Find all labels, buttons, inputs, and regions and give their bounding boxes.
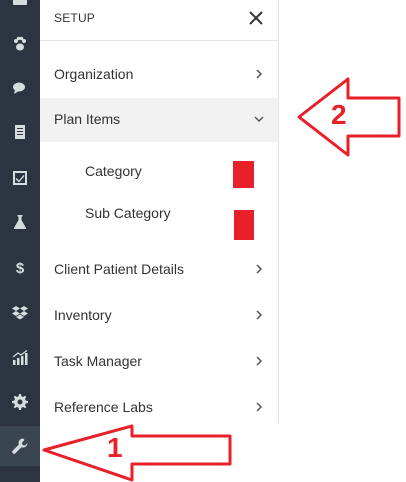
annotation-number-1: 1 [107,432,123,463]
dropbox-icon[interactable] [0,292,40,332]
chart-icon[interactable] [0,338,40,378]
close-button[interactable] [246,8,266,28]
icon-rail: $ [0,0,40,482]
sub-item-label: Category [85,163,142,179]
menu-item-label: Plan Items [54,111,121,127]
paw-icon[interactable] [0,24,40,64]
chevron-right-icon [256,310,263,320]
chevron-right-icon [256,69,263,79]
checkbox-icon[interactable] [0,158,40,198]
calendar-icon[interactable] [0,0,40,18]
panel-title: SETUP [54,11,96,25]
menu-item-organization[interactable]: Organization [40,53,278,97]
panel-header: SETUP [40,0,278,41]
menu-item-label: Task Manager [54,353,142,369]
flask-icon[interactable] [0,202,40,242]
chevron-right-icon [256,356,263,366]
chevron-right-icon [256,264,263,274]
annotation-number-2: 2 [331,99,347,130]
annotation-arrow-2 [297,77,401,157]
menu-item-label: Inventory [54,307,112,323]
menu-item-task-manager[interactable]: Task Manager [40,340,278,384]
gear-icon[interactable] [0,382,40,422]
menu-item-client-patient-details[interactable]: Client Patient Details [40,248,278,292]
sub-item-label: Sub Category [85,205,171,221]
menu-item-label: Client Patient Details [54,261,184,277]
wrench-icon[interactable] [0,426,40,466]
sub-item-category[interactable]: Category [40,152,278,192]
red-marker [233,161,254,188]
sub-item-sub-category[interactable]: Sub Category [40,194,278,240]
document-icon[interactable] [0,112,40,152]
close-icon [249,11,263,25]
chat-icon[interactable] [0,68,40,108]
dollar-icon[interactable]: $ [0,248,40,288]
setup-panel: SETUP Organization Plan Items Category S… [40,0,279,423]
chevron-down-icon [254,116,264,123]
chevron-right-icon [256,402,263,412]
annotation-arrow-1 [42,424,232,482]
menu-item-inventory[interactable]: Inventory [40,294,278,338]
menu-item-plan-items[interactable]: Plan Items [40,98,278,142]
red-marker [234,210,254,240]
menu-item-label: Organization [54,66,134,82]
menu-item-label: Reference Labs [54,399,153,415]
